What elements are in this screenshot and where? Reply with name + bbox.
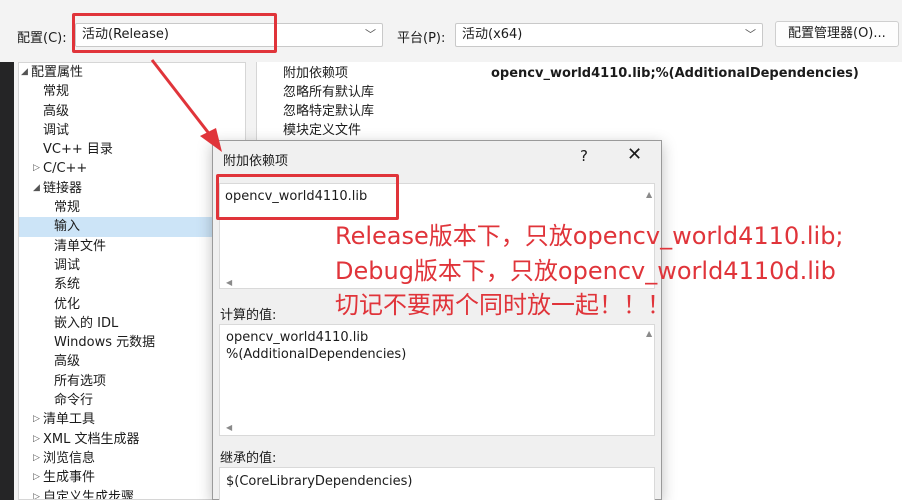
annotation-line: Release版本下，只放opencv_world4110.lib; bbox=[335, 222, 844, 250]
annotation-line: Debug版本下，只放opencv_world4110d.lib bbox=[335, 257, 836, 285]
annotation-line: 切记不要两个同时放一起！！！ bbox=[335, 291, 671, 319]
